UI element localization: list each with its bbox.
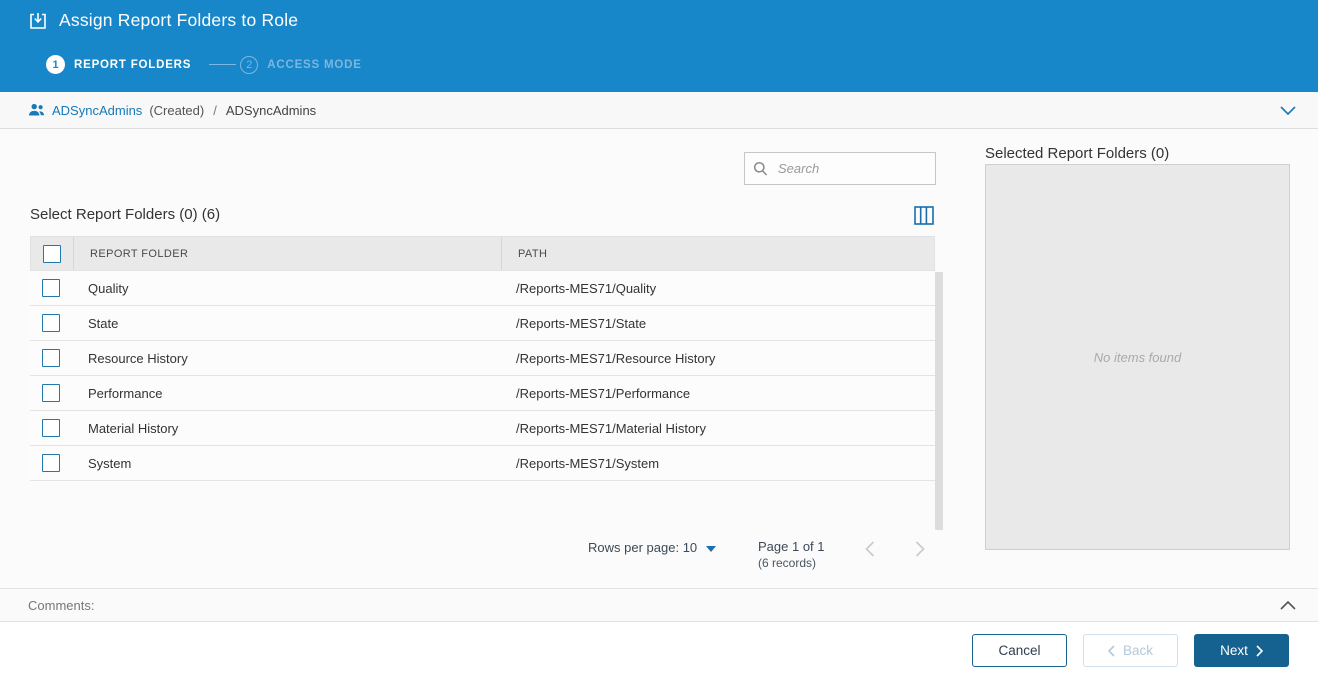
step-connector [209,64,236,65]
records-label: (6 records) [758,555,825,572]
assign-report-folders-dialog: Assign Report Folders to Role 1 REPORT F… [0,0,1318,679]
selected-folders-title: Selected Report Folders (0) [985,145,1169,162]
step-1-circle: 1 [46,55,65,74]
search-icon [753,161,768,176]
row-checkbox[interactable] [42,349,60,367]
cancel-button[interactable]: Cancel [972,634,1067,667]
chevron-right-icon [915,541,925,557]
step-2-label: ACCESS MODE [267,59,361,71]
select-all-checkbox[interactable] [43,245,61,263]
breadcrumb: ADSyncAdmins (Created) / ADSyncAdmins [28,103,316,118]
cancel-button-label: Cancel [998,643,1040,658]
table-row[interactable]: Performance /Reports-MES71/Performance [30,376,935,411]
table-row[interactable]: State /Reports-MES71/State [30,306,935,341]
row-folder: State [72,316,500,331]
chevron-up-icon [1280,601,1296,610]
table-row[interactable]: Resource History /Reports-MES71/Resource… [30,341,935,376]
row-path: /Reports-MES71/System [500,456,935,471]
row-folder: Material History [72,421,500,436]
table-header-row: REPORT FOLDER PATH [30,236,935,271]
row-checkbox[interactable] [42,454,60,472]
page-info: Page 1 of 1 (6 records) [758,538,825,572]
column-header-report-folder[interactable]: REPORT FOLDER [73,237,501,270]
search-input[interactable] [776,160,927,177]
chevron-left-icon [1108,645,1115,657]
assign-icon [28,11,48,31]
comments-bar: Comments: [0,588,1318,622]
previous-page-button[interactable] [862,538,878,560]
rows-per-page-label: Rows per page: [588,540,679,555]
row-path: /Reports-MES71/State [500,316,935,331]
table-scrollbar[interactable] [935,272,943,530]
chevron-right-icon [1256,645,1263,657]
row-folder: System [72,456,500,471]
table-row[interactable]: Quality /Reports-MES71/Quality [30,271,935,306]
back-button-label: Back [1123,643,1153,658]
row-checkbox[interactable] [42,384,60,402]
step-2-circle: 2 [240,56,258,74]
select-folders-title: Select Report Folders (0) (6) [30,206,220,223]
row-folder: Performance [72,386,500,401]
chevron-down-icon [1280,106,1296,115]
rows-per-page-select[interactable]: Rows per page: 10 [588,540,716,555]
table-body: Quality /Reports-MES71/Quality State /Re… [30,271,935,481]
page-label: Page 1 of 1 [758,538,825,555]
row-folder: Resource History [72,351,500,366]
empty-state-text: No items found [1094,350,1181,365]
next-page-button[interactable] [912,538,928,560]
dialog-footer: Cancel Back Next [0,622,1318,679]
selected-folders-panel: No items found [985,164,1290,550]
column-header-path[interactable]: PATH [501,237,934,270]
breadcrumb-role-link[interactable]: ADSyncAdmins [52,103,142,118]
breadcrumb-expand-button[interactable] [1276,102,1300,119]
step-1-label: REPORT FOLDERS [74,59,191,71]
breadcrumb-current: ADSyncAdmins [226,103,316,118]
dialog-title: Assign Report Folders to Role [59,10,298,31]
users-icon [28,103,45,117]
row-checkbox[interactable] [42,279,60,297]
comments-collapse-button[interactable] [1276,597,1300,614]
breadcrumb-status: (Created) [149,103,204,118]
breadcrumb-bar: ADSyncAdmins (Created) / ADSyncAdmins [0,92,1318,129]
back-button[interactable]: Back [1083,634,1178,667]
row-checkbox[interactable] [42,419,60,437]
wizard-stepper: 1 REPORT FOLDERS 2 ACCESS MODE [46,55,362,74]
table-row[interactable]: System /Reports-MES71/System [30,446,935,481]
table-row[interactable]: Material History /Reports-MES71/Material… [30,411,935,446]
row-checkbox[interactable] [42,314,60,332]
row-folder: Quality [72,281,500,296]
chevron-left-icon [865,541,875,557]
columns-icon [914,206,934,225]
row-path: /Reports-MES71/Resource History [500,351,935,366]
row-path: /Reports-MES71/Material History [500,421,935,436]
next-button[interactable]: Next [1194,634,1289,667]
comments-label: Comments: [28,598,94,613]
column-chooser-button[interactable] [911,203,937,227]
search-box [744,152,936,185]
dropdown-caret-icon [706,546,716,552]
row-path: /Reports-MES71/Performance [500,386,935,401]
row-path: /Reports-MES71/Quality [500,281,935,296]
rows-per-page-value: 10 [683,540,697,555]
dialog-header: Assign Report Folders to Role 1 REPORT F… [0,0,1318,92]
next-button-label: Next [1220,643,1248,658]
breadcrumb-separator: / [213,103,217,118]
report-folders-table: REPORT FOLDER PATH Quality /Reports-MES7… [30,236,935,481]
